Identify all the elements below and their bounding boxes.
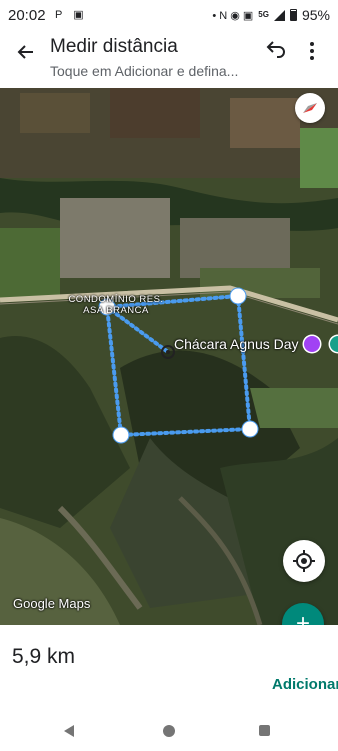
battery-icon: [289, 9, 297, 21]
more-options-button[interactable]: [302, 38, 322, 64]
poi-label[interactable]: Chácara Agnus Day: [174, 336, 299, 352]
my-location-icon: [293, 550, 315, 572]
nav-back-icon[interactable]: [64, 725, 74, 737]
battery-level: 95%: [301, 7, 330, 23]
status-bar: 20:02 P ▣ • N ◉ ▣ 5G 95%: [0, 0, 338, 30]
more-vert-icon: [310, 42, 314, 60]
measure-point-3[interactable]: [241, 420, 259, 438]
page-title: Medir distância: [50, 36, 178, 57]
status-system-icons: • N ◉ ▣: [212, 9, 254, 22]
arrow-left-icon: [17, 45, 33, 59]
poi-marker-icon[interactable]: [304, 336, 320, 352]
notification-icons: P ▣: [55, 9, 88, 21]
google-maps-watermark: Google Maps: [13, 596, 91, 611]
add-button[interactable]: Adicionar: [272, 676, 338, 693]
undo-icon: [266, 41, 285, 58]
status-time: 20:02: [8, 7, 46, 24]
undo-button[interactable]: [263, 37, 289, 63]
app-bar: Medir distância Toque em Adicionar e def…: [0, 30, 338, 88]
area-label: CONDOMÍNIO RES. ASA BRANCA: [68, 294, 164, 316]
nav-home-icon[interactable]: [163, 725, 175, 737]
my-location-button[interactable]: [283, 540, 325, 582]
plus-icon: +: [295, 610, 310, 625]
compass-icon: [303, 103, 317, 113]
network-type: 5G: [258, 10, 269, 19]
system-nav-bar: [0, 712, 338, 751]
measure-point-2[interactable]: [229, 287, 247, 305]
total-distance: 5,9 km: [12, 645, 76, 668]
map-view[interactable]: CONDOMÍNIO RES. ASA BRANCA Chácara Agnus…: [0, 88, 338, 625]
measure-point-4[interactable]: [112, 426, 130, 444]
status-right-group: • N ◉ ▣ 5G 95%: [212, 7, 330, 23]
back-button[interactable]: [12, 38, 40, 66]
signal-icon: [273, 9, 285, 21]
page-subtitle: Toque em Adicionar e defina...: [50, 63, 239, 79]
compass-button[interactable]: [295, 93, 325, 123]
nav-recent-icon[interactable]: [259, 725, 270, 736]
